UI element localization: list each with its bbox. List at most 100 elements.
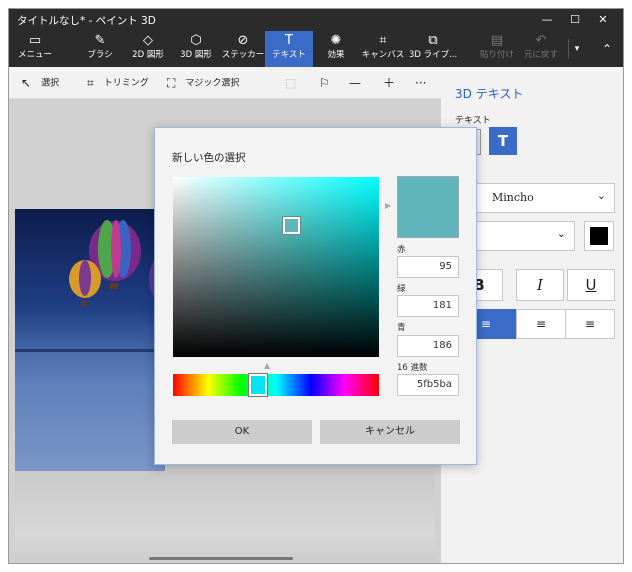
align-right-icon: ≡ [584,317,596,331]
font-family-select[interactable]: Mincho ⌄ [455,183,615,213]
select-label: 選択 [41,78,60,89]
shapes-2d-icon: ◇ [143,33,153,48]
shapes2d-button[interactable]: ◇ 2D 図形 [125,31,171,67]
ok-button[interactable]: OK [172,420,312,444]
paste-label: 貼り付け [479,50,514,60]
hue-indicator-icon: ▲ [264,361,271,370]
effects-icon: ✺ [330,33,342,48]
chevron-down-icon: ⌄ [596,189,606,202]
hex-label: 16 進数 [397,363,428,373]
shapes2d-label: 2D 図形 [132,50,164,60]
title-bar: タイトルなし* - ペイント 3D — ☐ ✕ [9,9,623,31]
canvas-button[interactable]: ⌗ キャンバス [359,31,407,67]
close-icon[interactable]: ✕ [589,9,617,31]
italic-button[interactable]: I [516,269,564,301]
history-dropdown-button[interactable]: ▾ [569,31,585,67]
green-input[interactable]: 181 [397,295,459,317]
menu-label: メニュー [17,50,52,60]
hex-input[interactable]: 5fb5ba [397,374,459,396]
cancel-button[interactable]: キャンセル [320,420,460,444]
folder-icon: ▭ [28,33,42,48]
magic-select-label: マジック選択 [185,78,240,89]
text-type-label: テキスト [455,116,491,126]
canvas-icon: ⌗ [379,33,387,48]
hot-air-balloons-image [15,220,165,471]
menu-button[interactable]: ▭ メニュー [13,31,57,67]
zoom-in-button[interactable]: ＋ [383,67,405,99]
zoom-out-button[interactable]: — [349,67,371,99]
view-3d-icon: ⬚ [285,76,297,90]
flag-icon: ⚐ [319,76,330,90]
horizontal-scrollbar[interactable] [149,557,293,560]
sticker-icon: ⊘ [237,33,249,48]
hue-slider-thumb[interactable] [248,373,268,397]
stickers-label: ステッカー [221,50,265,60]
library3d-button[interactable]: ⧉ 3D ライブ... [409,31,457,67]
text-color-swatch [590,227,608,245]
preview-arrow-icon: ▶ [385,201,392,210]
shapes3d-button[interactable]: ⬡ 3D 図形 [173,31,219,67]
brush-icon: ✎ [94,33,106,48]
crop-tool[interactable]: ⌗ トリミング [87,67,149,99]
selection-toolbar: ↖ 選択 ⌗ トリミング ⛶ マジック選択 ⬚ ⚐ — ＋ ··· [9,67,441,99]
align-right-button[interactable]: ≡ [565,309,615,339]
panel-title: 3D テキスト [455,87,524,101]
plus-icon: ＋ [383,76,396,90]
more-options-button[interactable]: ··· [415,67,436,99]
chevron-down-icon: ⌄ [556,227,566,240]
text-tool-icon: T [285,33,293,48]
select-tool[interactable]: ↖ 選択 [21,67,59,99]
minimize-icon[interactable]: — [533,9,561,31]
red-label: 赤 [397,245,406,255]
effects-label: 効果 [327,50,345,60]
align-center-button[interactable]: ≡ [516,309,566,339]
blue-label: 青 [397,323,406,333]
stickers-button[interactable]: ⊘ ステッカー [221,31,265,67]
magic-select-tool[interactable]: ⛶ マジック選択 [167,67,239,99]
blue-input[interactable]: 186 [397,335,459,357]
text-color-button[interactable] [584,221,614,251]
paste-icon: ▤ [490,33,504,48]
hue-slider[interactable] [173,374,379,396]
ellipsis-icon: ··· [415,76,427,90]
align-center-icon: ≡ [535,317,547,331]
align-left-icon: ≡ [480,317,492,331]
cube-icon: ⬡ [190,33,202,48]
undo-button[interactable]: ↶ 元に戻す [521,31,561,67]
canvas-reflection [15,471,435,561]
library3d-label: 3D ライブ... [409,50,458,60]
cursor-icon: ↖ [21,76,32,90]
crop-label: トリミング [103,78,149,89]
red-input[interactable]: 95 [397,256,459,278]
color-picker-cursor[interactable] [282,216,301,235]
brush-label: ブラシ [87,50,113,60]
underline-button[interactable]: U [567,269,615,301]
mixed-reality-button[interactable]: ⚐ [319,67,340,99]
color-preview [397,176,459,238]
dialog-title: 新しい色の選択 [172,152,246,164]
brush-button[interactable]: ✎ ブラシ [79,31,121,67]
minus-icon: — [349,76,361,90]
font-name: Mincho [492,191,534,204]
text-3d-icon: T [497,132,509,150]
window-title: タイトルなし* - ペイント 3D [17,15,156,27]
crop-icon: ⌗ [87,76,94,90]
text-label: テキスト [272,50,306,60]
chevron-up-icon: ⌃ [601,42,613,56]
italic-icon: I [537,276,543,294]
view-3d-button[interactable]: ⬚ [285,67,306,99]
color-picker-dialog: 新しい色の選択 ▲ ▶ 赤 95 緑 181 青 186 16 進数 5fb5b… [154,127,477,465]
effects-button[interactable]: ✺ 効果 [315,31,357,67]
underline-icon: U [585,276,597,294]
library-3d-icon: ⧉ [428,33,438,48]
saturation-value-picker[interactable] [173,177,379,357]
balloon-photo[interactable] [15,209,165,471]
canvas-label: キャンバス [361,50,405,60]
undo-icon: ↶ [535,33,547,48]
ribbon: ▭ メニュー ✎ ブラシ ◇ 2D 図形 ⬡ 3D 図形 ⊘ ステッカー T テ… [9,31,623,67]
paste-button[interactable]: ▤ 貼り付け [477,31,517,67]
collapse-ribbon-button[interactable]: ⌃ [593,31,621,67]
maximize-icon[interactable]: ☐ [561,9,589,31]
text-3d-button[interactable]: T [489,127,517,155]
text-button[interactable]: T テキスト [265,31,313,67]
